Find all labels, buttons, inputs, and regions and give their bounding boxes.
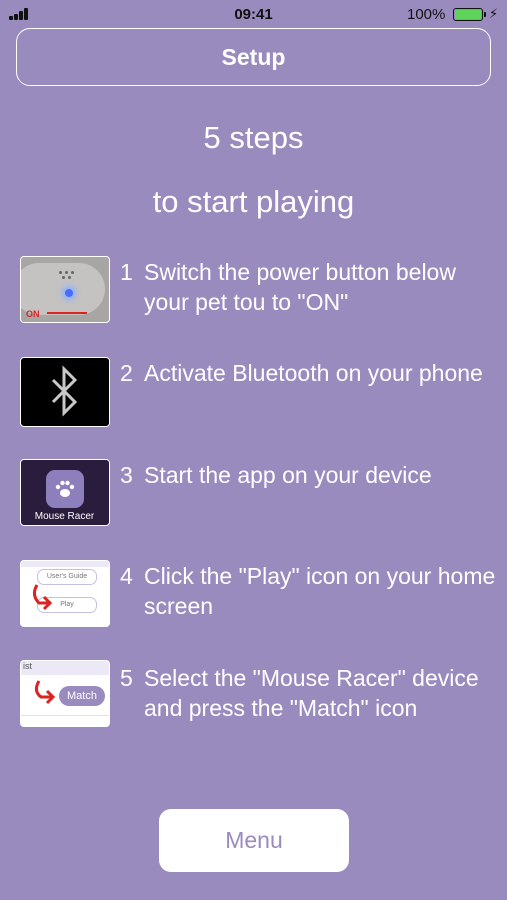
paw-icon — [55, 480, 75, 497]
step-number: 3 — [120, 462, 133, 488]
bluetooth-icon — [51, 365, 78, 417]
setup-header: Setup — [16, 28, 491, 86]
intro-line-1: 5 steps — [203, 120, 304, 155]
status-bar: 09:41 100% ⚡ — [0, 0, 507, 30]
red-arrow-icon — [34, 680, 56, 705]
page-title: Setup — [221, 43, 286, 70]
bluetooth-thumbnail — [20, 357, 110, 427]
power-switch-thumbnail: ON — [20, 256, 110, 323]
step-number: 4 — [120, 563, 133, 589]
battery-icon — [453, 8, 486, 21]
play-screen-thumbnail: User's Guide Play — [20, 560, 110, 627]
menu-button[interactable]: Menu — [159, 809, 349, 872]
menu-button-label: Menu — [225, 827, 283, 853]
list-label: ist — [23, 661, 32, 671]
app-icon — [46, 470, 84, 508]
step-number: 1 — [120, 259, 133, 285]
match-pill: Match — [59, 686, 105, 706]
step-number: 5 — [120, 665, 133, 691]
app-thumbnail: Mouse Racer — [20, 459, 110, 526]
match-screen-thumbnail: ist Match — [20, 660, 110, 727]
power-led-icon — [65, 289, 73, 297]
on-label: ON — [26, 309, 40, 319]
charging-bolt-icon: ⚡ — [489, 6, 499, 21]
step-text: Switch the power button below your pet t… — [144, 259, 456, 315]
step-text: Select the "Mouse Racer" device and pres… — [144, 665, 479, 721]
battery-percent: 100% — [407, 6, 446, 23]
app-name-label: Mouse Racer — [34, 511, 95, 522]
step-text: Click the "Play" icon on your home scree… — [144, 563, 496, 619]
intro-line-2: to start playing — [152, 184, 355, 219]
red-arrow-icon — [32, 584, 53, 611]
step-text: Activate Bluetooth on your phone — [144, 360, 483, 386]
step-number: 2 — [120, 360, 133, 386]
arrow-icon — [47, 312, 87, 314]
step-text: Start the app on your device — [144, 462, 432, 488]
